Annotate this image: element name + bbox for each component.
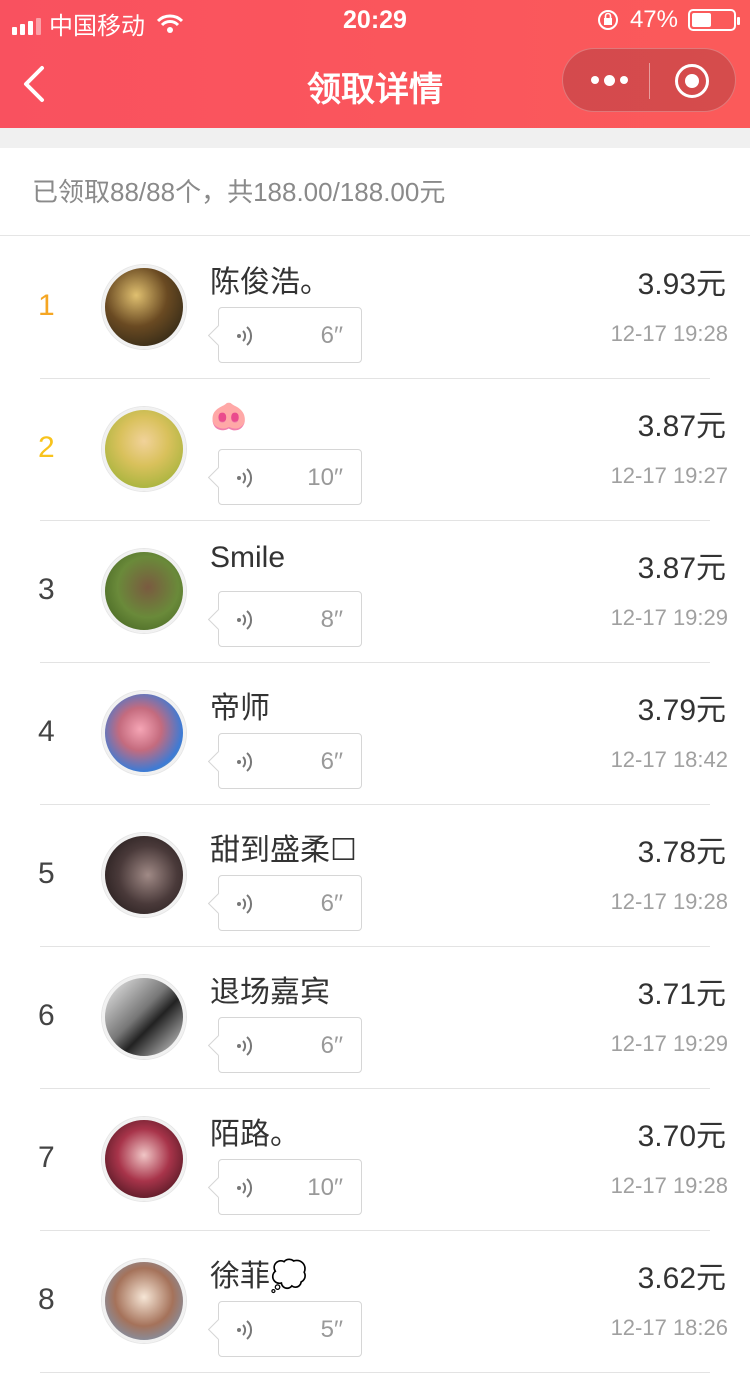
- voice-wave-icon: [237, 1036, 253, 1056]
- amount: 3.62元: [637, 1262, 726, 1295]
- amount: 3.93元: [637, 268, 726, 301]
- record-row[interactable]: 7 陌路。 10′′ 3.70元 12-17 19:28: [0, 1089, 750, 1231]
- voice-duration: 6′′: [320, 322, 343, 349]
- voice-duration: 8′′: [320, 606, 343, 633]
- rank-number: 8: [38, 1283, 55, 1316]
- user-name: 陈俊浩。: [210, 266, 330, 299]
- timestamp: 12-17 19:27: [610, 463, 728, 488]
- user-name: 帝师: [210, 692, 270, 725]
- record-row[interactable]: 3 Smile 8′′ 3.87元 12-17 19:29: [0, 521, 750, 663]
- voice-duration: 10′′: [307, 464, 343, 491]
- voice-duration: 5′′: [320, 1316, 343, 1343]
- record-list: 1 陈俊浩。 6′′ 3.93元 12-17 19:28 2 🐽 10′′ 3.…: [0, 237, 750, 1373]
- voice-wave-icon: [237, 894, 253, 914]
- rank-number: 4: [38, 715, 55, 748]
- voice-duration: 6′′: [320, 1032, 343, 1059]
- battery-fill: [692, 13, 711, 27]
- record-row[interactable]: 1 陈俊浩。 6′′ 3.93元 12-17 19:28: [0, 237, 750, 379]
- summary-text: 已领取88/88个，共188.00/188.00元: [0, 148, 750, 236]
- timestamp: 12-17 19:28: [610, 321, 728, 346]
- header-spacer: [0, 128, 750, 148]
- avatar[interactable]: [102, 691, 186, 775]
- status-bar: 中国移动 20:29 47%: [0, 0, 750, 40]
- amount: 3.78元: [637, 836, 726, 869]
- amount: 3.70元: [637, 1120, 726, 1153]
- voice-message-button[interactable]: 6′′: [218, 1017, 362, 1073]
- timestamp: 12-17 19:29: [610, 1031, 728, 1056]
- amount: 3.87元: [637, 410, 726, 443]
- record-row[interactable]: 4 帝师 6′′ 3.79元 12-17 18:42: [0, 663, 750, 805]
- record-row[interactable]: 5 甜到盛柔☐ 6′′ 3.78元 12-17 19:28: [0, 805, 750, 947]
- avatar[interactable]: [102, 975, 186, 1059]
- user-name: 陌路。: [210, 1118, 300, 1151]
- mini-program-capsule: [562, 48, 736, 112]
- rank-number: 2: [38, 431, 55, 464]
- voice-message-button[interactable]: 10′′: [218, 449, 362, 505]
- avatar[interactable]: [102, 833, 186, 917]
- voice-wave-icon: [237, 326, 253, 346]
- rank-number: 6: [38, 999, 55, 1032]
- timestamp: 12-17 18:26: [610, 1315, 728, 1340]
- voice-duration: 6′′: [320, 748, 343, 775]
- avatar[interactable]: [102, 407, 186, 491]
- user-name: 🐽: [210, 400, 248, 433]
- voice-message-button[interactable]: 8′′: [218, 591, 362, 647]
- user-name: 徐菲💭: [210, 1260, 308, 1293]
- rank-number: 3: [38, 573, 55, 606]
- user-name: Smile: [210, 541, 286, 574]
- voice-message-button[interactable]: 10′′: [218, 1159, 362, 1215]
- rank-number: 5: [38, 857, 55, 890]
- record-row[interactable]: 8 徐菲💭 5′′ 3.62元 12-17 18:26: [0, 1231, 750, 1373]
- rank-number: 1: [38, 289, 55, 322]
- timestamp: 12-17 19:28: [610, 1173, 728, 1198]
- amount: 3.87元: [637, 552, 726, 585]
- voice-wave-icon: [237, 468, 253, 488]
- voice-message-button[interactable]: 6′′: [218, 875, 362, 931]
- more-dots-icon[interactable]: [587, 49, 631, 111]
- capsule-divider: [649, 63, 650, 99]
- user-name: 甜到盛柔☐: [210, 834, 357, 867]
- voice-message-button[interactable]: 6′′: [218, 733, 362, 789]
- voice-wave-icon: [237, 752, 253, 772]
- battery-percent: 47%: [629, 6, 678, 33]
- rank-number: 7: [38, 1141, 55, 1174]
- amount: 3.71元: [637, 978, 726, 1011]
- header: 中国移动 20:29 47% 领取详情: [0, 0, 750, 128]
- record-row[interactable]: 6 退场嘉宾 6′′ 3.71元 12-17 19:29: [0, 947, 750, 1089]
- avatar[interactable]: [102, 1117, 186, 1201]
- avatar[interactable]: [102, 265, 186, 349]
- amount: 3.79元: [637, 694, 726, 727]
- voice-message-button[interactable]: 5′′: [218, 1301, 362, 1357]
- rotation-lock-icon: [597, 10, 618, 30]
- voice-wave-icon: [237, 1178, 253, 1198]
- voice-wave-icon: [237, 610, 253, 630]
- voice-message-button[interactable]: 6′′: [218, 307, 362, 363]
- timestamp: 12-17 18:42: [610, 747, 728, 772]
- battery-icon: [688, 9, 740, 31]
- voice-duration: 10′′: [307, 1174, 343, 1201]
- voice-duration: 6′′: [320, 890, 343, 917]
- record-row[interactable]: 2 🐽 10′′ 3.87元 12-17 19:27: [0, 379, 750, 521]
- avatar[interactable]: [102, 549, 186, 633]
- avatar[interactable]: [102, 1259, 186, 1343]
- timestamp: 12-17 19:28: [610, 889, 728, 914]
- timestamp: 12-17 19:29: [610, 605, 728, 630]
- user-name: 退场嘉宾: [210, 976, 330, 1009]
- target-close-icon[interactable]: [675, 64, 709, 98]
- voice-wave-icon: [237, 1320, 253, 1340]
